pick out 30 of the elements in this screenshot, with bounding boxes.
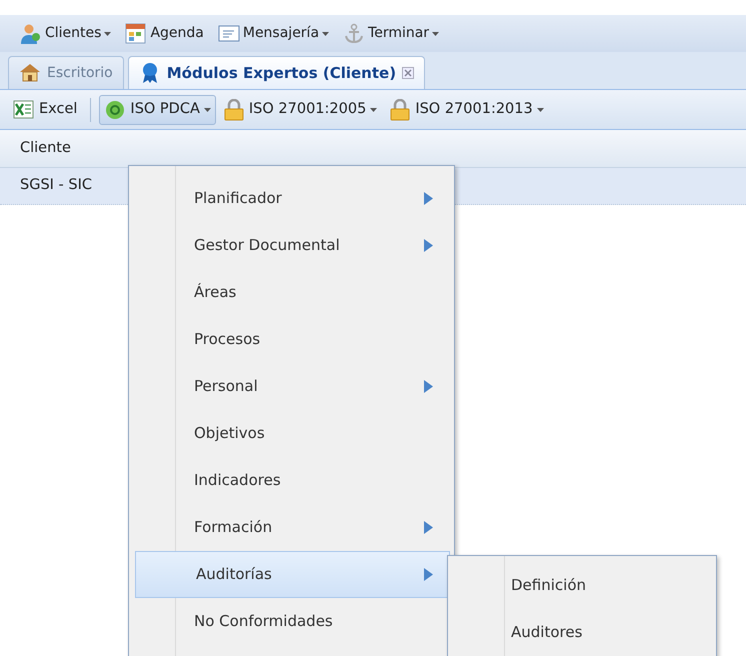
- menu-item[interactable]: Auditorías: [135, 551, 450, 598]
- calendar-icon: [125, 22, 148, 44]
- cycle-icon: [104, 98, 126, 120]
- menu-item[interactable]: Objetivos: [133, 410, 450, 457]
- menu-item[interactable]: Auditores: [452, 609, 712, 656]
- message-icon: [218, 22, 240, 44]
- toolbar-button[interactable]: ISO 27001:2005: [218, 94, 382, 124]
- menu-item[interactable]: No Conformidades: [133, 598, 450, 645]
- lock-icon: [222, 98, 245, 120]
- toolbar-button[interactable]: ISO 27001:2013: [384, 94, 549, 124]
- menu-button[interactable]: Mensajería: [214, 20, 334, 46]
- menu-item[interactable]: Áreas: [133, 269, 450, 316]
- menu-item[interactable]: Procesos: [133, 316, 450, 363]
- tab[interactable]: Módulos Expertos (Cliente): [128, 56, 426, 89]
- people-icon: [20, 22, 42, 44]
- toolbar-button[interactable]: ISO PDCA: [99, 94, 216, 124]
- toolbar-button[interactable]: Excel: [8, 94, 82, 124]
- menu-item[interactable]: Gestor Documental: [133, 222, 450, 269]
- spreadsheet-icon: [13, 98, 35, 120]
- menu-item[interactable]: Definición: [452, 562, 712, 609]
- menu-button[interactable]: Agenda: [121, 20, 208, 46]
- menu-button[interactable]: Terminar: [339, 20, 444, 46]
- menu-item[interactable]: Formación: [133, 504, 450, 551]
- column-header[interactable]: Cliente: [0, 130, 746, 168]
- house-icon: [19, 62, 41, 84]
- menu-button[interactable]: Clientes: [16, 20, 116, 46]
- menu-item[interactable]: Indicadores: [133, 457, 450, 504]
- menu-item[interactable]: Personal: [133, 363, 450, 410]
- anchor-icon: [343, 22, 366, 44]
- lock-icon: [389, 98, 412, 120]
